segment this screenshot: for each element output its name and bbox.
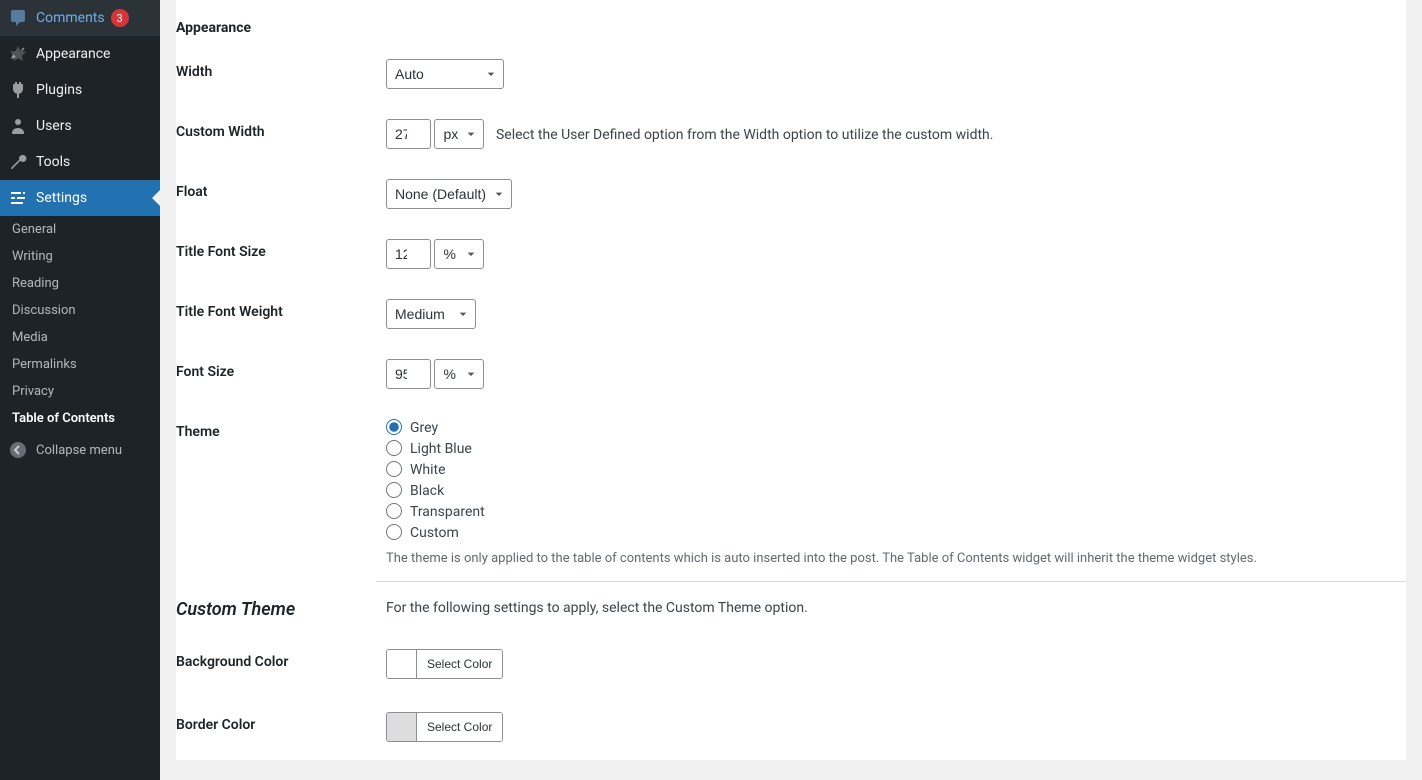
plugins-icon — [8, 80, 28, 100]
comments-badge: 3 — [111, 9, 129, 27]
bg-color-label: Background Color — [176, 634, 376, 697]
sidebar-item-label: Plugins — [36, 82, 82, 98]
title-font-size-unit-select[interactable]: % — [434, 239, 484, 269]
sidebar-item-users[interactable]: Users — [0, 108, 160, 144]
submenu-item-writing[interactable]: Writing — [0, 243, 160, 270]
settings-icon — [8, 188, 28, 208]
custom-width-unit-select[interactable]: px — [434, 119, 484, 149]
bg-color-swatch — [387, 650, 417, 678]
bg-color-picker[interactable]: Select Color — [386, 649, 503, 679]
sidebar-item-label: Appearance — [36, 46, 110, 62]
border-color-picker[interactable]: Select Color — [386, 712, 503, 742]
submenu-item-toc[interactable]: Table of Contents — [0, 405, 160, 432]
width-label: Width — [176, 44, 376, 104]
theme-option-custom[interactable]: Custom — [386, 524, 1396, 541]
theme-option-transparent[interactable]: Transparent — [386, 503, 1396, 520]
users-icon — [8, 116, 28, 136]
theme-radio-black[interactable] — [386, 482, 402, 498]
sidebar-item-comments[interactable]: Comments 3 — [0, 0, 160, 36]
theme-radio-transparent[interactable] — [386, 503, 402, 519]
sidebar-item-plugins[interactable]: Plugins — [0, 72, 160, 108]
bg-color-button[interactable]: Select Color — [417, 650, 502, 678]
font-size-label: Font Size — [176, 344, 376, 404]
submenu-item-general[interactable]: General — [0, 216, 160, 243]
sidebar-item-label: Tools — [36, 154, 70, 170]
custom-theme-desc: For the following settings to apply, sel… — [386, 600, 808, 616]
title-font-weight-select[interactable]: Medium — [386, 299, 476, 329]
collapse-icon — [8, 440, 28, 460]
custom-width-label: Custom Width — [176, 104, 376, 164]
custom-width-input[interactable] — [386, 119, 431, 149]
section-custom-theme: Custom Theme — [176, 582, 376, 635]
theme-option-grey[interactable]: Grey — [386, 419, 1396, 436]
float-label: Float — [176, 164, 376, 224]
theme-option-white[interactable]: White — [386, 461, 1396, 478]
theme-radio-grey[interactable] — [386, 419, 402, 435]
custom-width-help: Select the User Defined option from the … — [496, 127, 993, 143]
font-size-input[interactable] — [386, 359, 431, 389]
sidebar-item-label: Users — [36, 118, 72, 134]
admin-sidebar: Comments 3 Appearance Plugins Users Tool… — [0, 0, 160, 780]
appearance-icon — [8, 44, 28, 64]
tools-icon — [8, 152, 28, 172]
sidebar-item-label: Comments — [36, 10, 105, 26]
theme-radio-group: Grey Light Blue White Black Transparent … — [386, 419, 1396, 541]
collapse-label: Collapse menu — [36, 443, 122, 458]
section-appearance: Appearance — [176, 0, 1406, 44]
font-size-unit-select[interactable]: % — [434, 359, 484, 389]
border-color-swatch — [387, 713, 417, 741]
theme-option-black[interactable]: Black — [386, 482, 1396, 499]
settings-content: Appearance Width Auto Custom Width px Se… — [160, 0, 1422, 780]
sidebar-item-tools[interactable]: Tools — [0, 144, 160, 180]
theme-option-light-blue[interactable]: Light Blue — [386, 440, 1396, 457]
sidebar-item-appearance[interactable]: Appearance — [0, 36, 160, 72]
submenu-item-privacy[interactable]: Privacy — [0, 378, 160, 405]
title-font-size-label: Title Font Size — [176, 224, 376, 284]
theme-radio-white[interactable] — [386, 461, 402, 477]
submenu-item-media[interactable]: Media — [0, 324, 160, 351]
title-font-weight-label: Title Font Weight — [176, 284, 376, 344]
collapse-menu-button[interactable]: Collapse menu — [0, 432, 160, 468]
comments-icon — [8, 8, 28, 28]
sidebar-item-label: Settings — [36, 190, 87, 206]
sidebar-item-settings[interactable]: Settings — [0, 180, 160, 216]
title-font-size-input[interactable] — [386, 239, 431, 269]
theme-radio-custom[interactable] — [386, 524, 402, 540]
submenu-item-reading[interactable]: Reading — [0, 270, 160, 297]
submenu-item-discussion[interactable]: Discussion — [0, 297, 160, 324]
theme-radio-light-blue[interactable] — [386, 440, 402, 456]
submenu-item-permalinks[interactable]: Permalinks — [0, 351, 160, 378]
theme-description: The theme is only applied to the table o… — [386, 551, 1396, 566]
border-color-label: Border Color — [176, 697, 376, 760]
border-color-button[interactable]: Select Color — [417, 713, 502, 741]
width-select[interactable]: Auto — [386, 59, 504, 89]
float-select[interactable]: None (Default) — [386, 179, 512, 209]
theme-label: Theme — [176, 404, 376, 582]
